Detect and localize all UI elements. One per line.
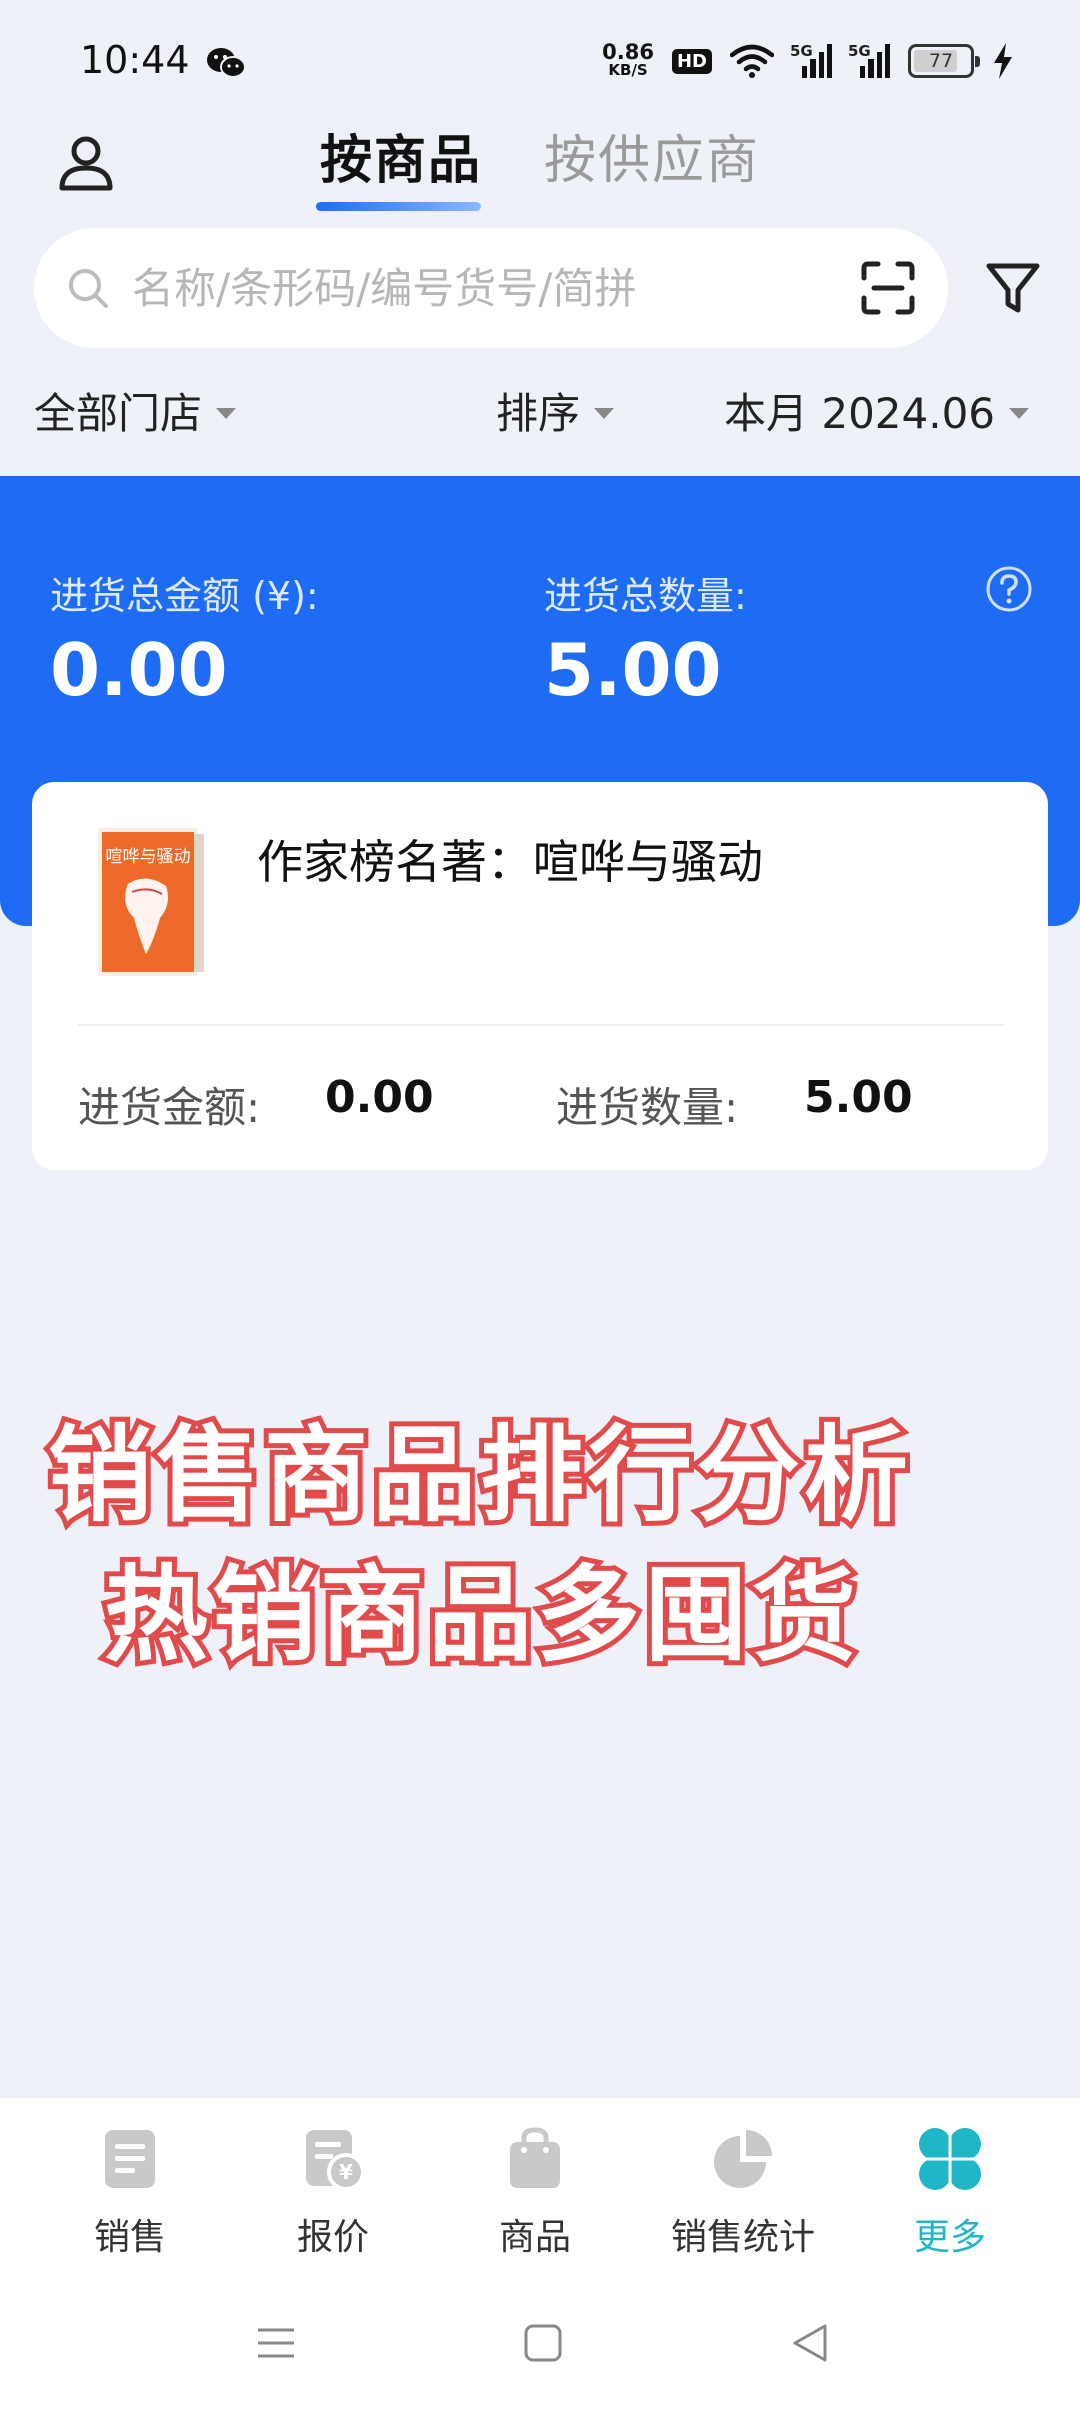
wechat-icon [207, 48, 246, 78]
tab-by-product[interactable]: 按商品 [316, 118, 483, 211]
charging-icon [994, 43, 1012, 79]
promo-caption-line-2: 热销商品多囤货 [99, 1549, 861, 1681]
chevron-down-icon [594, 408, 615, 419]
sort-label: 排序 [496, 389, 581, 438]
total-quantity-value: 5.00 [544, 628, 722, 712]
product-name: 作家榜名著：喧哗与骚动 [257, 835, 763, 889]
wifi-icon [730, 44, 774, 78]
status-indicators: 0.86 KB/S HD 5G 5G 77 [602, 36, 1014, 86]
book-cover-image: 喧哗与骚动 [98, 828, 204, 976]
profile-icon[interactable] [54, 130, 118, 194]
nav-item-more[interactable]: 更多 [870, 2126, 1030, 2260]
cellular-signal-1-icon: 5G [790, 42, 832, 78]
nav-item-quote[interactable]: ¥ 报价 [253, 2126, 413, 2260]
card-divider [78, 1024, 1004, 1026]
total-amount-label: 进货总金额 (¥): [50, 574, 319, 618]
nav-label: 销售统计 [670, 2217, 815, 2258]
active-tab-indicator [316, 202, 481, 211]
svg-text:¥: ¥ [339, 2160, 353, 2184]
nav-item-sales[interactable]: 销售 [50, 2126, 210, 2260]
period-dropdown[interactable]: 本月 2024.06 [724, 380, 1030, 441]
chevron-down-icon [216, 408, 237, 419]
back-icon[interactable] [787, 2320, 833, 2366]
hd-voice-icon: HD [671, 48, 712, 74]
search-bar [34, 228, 948, 348]
purchase-quantity-label: 进货数量: [556, 1083, 739, 1132]
home-icon[interactable] [520, 2320, 566, 2366]
store-filter-label: 全部门店 [34, 389, 203, 438]
purchase-amount-value: 0.00 [325, 1072, 434, 1123]
nav-label: 报价 [296, 2217, 369, 2258]
tab-label: 按供应商 [544, 131, 761, 191]
cellular-signal-2-icon: 5G [848, 42, 890, 78]
price-tag-icon: ¥ [306, 2130, 365, 2191]
network-speed: 0.86 KB/S [602, 40, 654, 80]
nav-label: 更多 [913, 2217, 986, 2258]
tab-by-supplier[interactable]: 按供应商 [544, 118, 760, 193]
pie-chart-icon [714, 2130, 772, 2188]
status-bar: 10:44 0.86 KB/S HD 5G 5G 77 [0, 0, 1080, 125]
help-icon[interactable] [984, 564, 1034, 614]
total-amount-value: 0.00 [50, 628, 228, 712]
total-quantity-label: 进货总数量: [544, 574, 747, 618]
cover-title: 喧哗与骚动 [106, 847, 191, 867]
store-filter-dropdown[interactable]: 全部门店 [34, 380, 237, 441]
nav-item-sales-stats[interactable]: 销售统计 [663, 2126, 823, 2260]
battery-icon: 77 [908, 44, 980, 78]
nav-item-products[interactable]: 商品 [455, 2126, 615, 2260]
search-icon [69, 269, 108, 308]
barcode-scan-icon[interactable] [858, 258, 918, 318]
filter-row: 全部门店 排序 本月 2024.06 [0, 380, 1080, 440]
purchase-amount-label: 进货金额: [78, 1083, 261, 1132]
tab-label: 按商品 [320, 131, 483, 191]
recent-apps-icon[interactable] [253, 2320, 299, 2366]
sort-dropdown[interactable]: 排序 [496, 380, 615, 441]
shopping-bag-icon [510, 2127, 560, 2188]
promo-caption-line-1: 销售商品排行分析 [43, 1409, 913, 1541]
clover-icon [919, 2128, 981, 2190]
status-time: 10:44 [80, 38, 190, 82]
period-label: 本月 2024.06 [724, 389, 996, 438]
filter-icon[interactable] [983, 258, 1043, 318]
nav-label: 销售 [93, 2217, 166, 2258]
nav-label: 商品 [498, 2217, 571, 2258]
chevron-down-icon [1009, 408, 1030, 419]
document-icon [105, 2130, 155, 2188]
purchase-quantity-value: 5.00 [804, 1072, 913, 1123]
view-tabs: 按商品 按供应商 [316, 118, 760, 211]
search-input[interactable] [132, 258, 752, 318]
